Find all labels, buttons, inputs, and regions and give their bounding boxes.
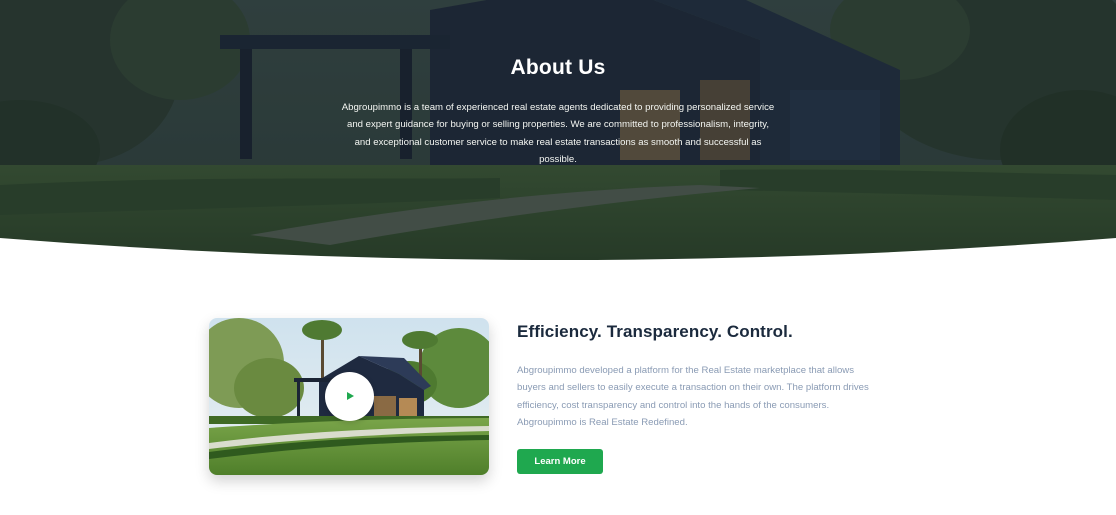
learn-more-button[interactable]: Learn More xyxy=(517,449,603,474)
about-description: Abgroupimmo is a team of experienced rea… xyxy=(341,102,775,166)
feature-description: Abgroupimmo developed a platform for the… xyxy=(517,365,869,429)
page-title: About Us xyxy=(510,56,606,79)
video-thumbnail[interactable] xyxy=(209,318,489,475)
about-hero: About Us Abgroupimmo is a team of experi… xyxy=(0,0,1116,260)
feature-title: Efficiency. Transparency. Control. xyxy=(517,322,793,341)
play-icon xyxy=(347,392,354,400)
play-video-button[interactable] xyxy=(325,372,374,421)
